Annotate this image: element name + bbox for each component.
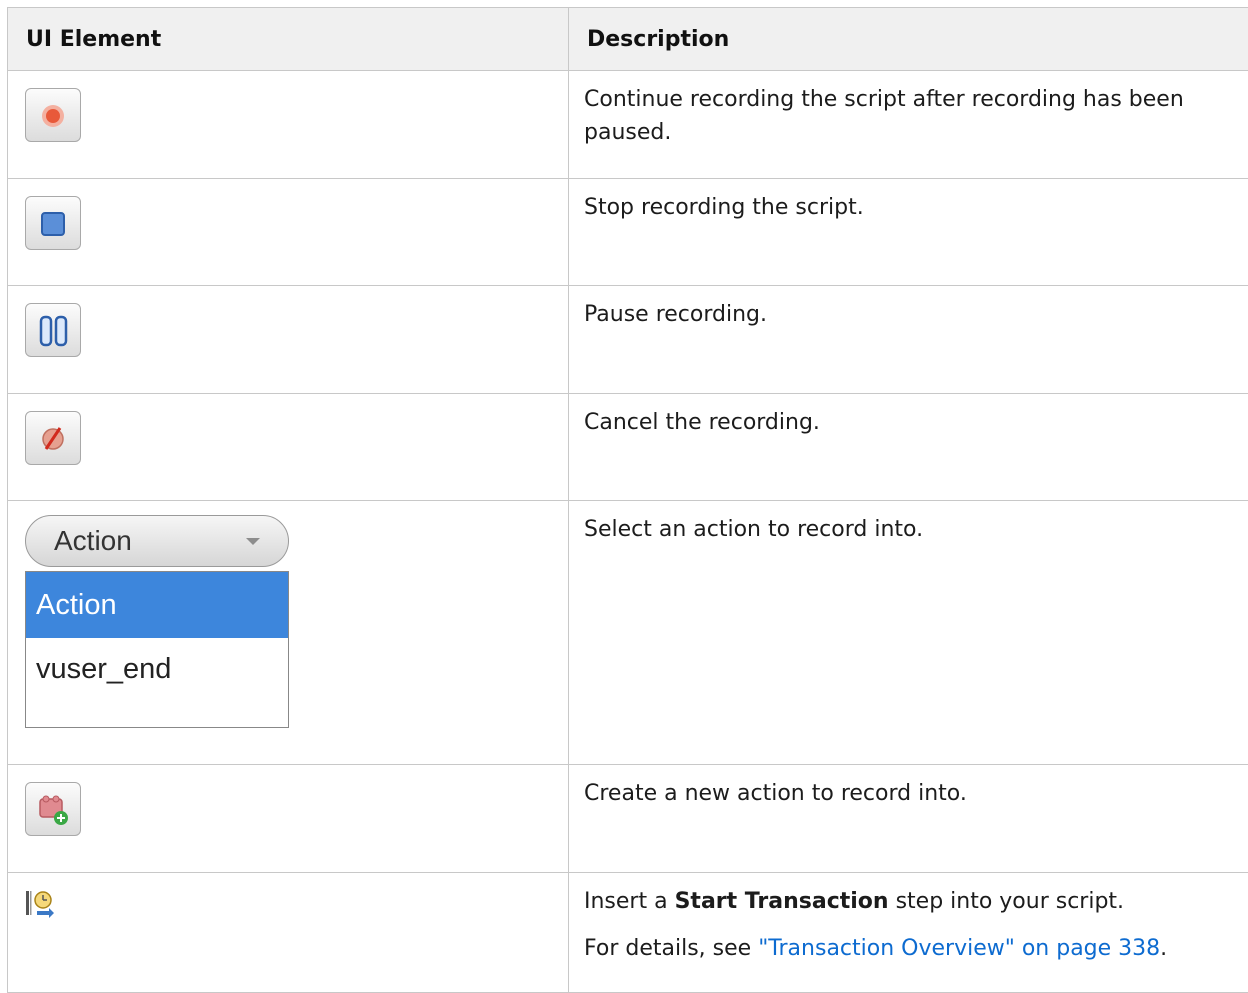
description-cell: Stop recording the script. <box>569 179 1248 286</box>
description-cell: Insert a Start Transaction step into you… <box>569 873 1248 993</box>
start-transaction-icon <box>25 887 55 919</box>
description-cell: Pause recording. <box>569 286 1248 394</box>
cancel-record-button[interactable] <box>25 411 81 465</box>
ui-element-cell <box>8 286 569 394</box>
start-transaction-button[interactable] <box>25 887 55 919</box>
details-text: For details, see "Transaction Overview" … <box>584 932 1247 965</box>
header-ui-element: UI Element <box>8 8 569 71</box>
description-cell: Select an action to record into. <box>569 501 1248 765</box>
ui-element-cell <box>8 394 569 501</box>
table-row: Action Action vuser_end Select an action… <box>8 501 1248 765</box>
description-text: Insert a Start Transaction step into you… <box>584 885 1247 918</box>
table-row: Continue recording the script after reco… <box>8 71 1248 179</box>
new-action-icon <box>26 783 82 837</box>
description-text: Pause recording. <box>584 298 1247 331</box>
start-transaction-term: Start Transaction <box>675 889 889 914</box>
description-cell: Continue recording the script after reco… <box>569 71 1248 179</box>
details-prefix: For details, see <box>584 936 758 961</box>
resume-record-icon <box>26 89 82 143</box>
action-select-value: Action <box>54 525 132 557</box>
description-text: Stop recording the script. <box>584 191 1247 224</box>
cancel-record-icon <box>26 412 82 466</box>
new-action-button[interactable] <box>25 782 81 836</box>
description-cell: Create a new action to record into. <box>569 765 1248 873</box>
table-row: Cancel the recording. <box>8 394 1248 501</box>
description-cell: Cancel the recording. <box>569 394 1248 501</box>
action-option-action[interactable]: Action <box>26 572 288 638</box>
table-header-row: UI Element Description <box>8 8 1248 71</box>
table-row: Insert a Start Transaction step into you… <box>8 873 1248 993</box>
ui-element-cell <box>8 765 569 873</box>
action-dropdown[interactable]: Action Action vuser_end <box>25 515 291 728</box>
table-row: Create a new action to record into. <box>8 765 1248 873</box>
ui-element-cell <box>8 873 569 993</box>
chevron-down-icon <box>246 538 260 545</box>
table-row: Pause recording. <box>8 286 1248 394</box>
header-description: Description <box>569 8 1248 71</box>
ui-element-cell <box>8 179 569 286</box>
pause-record-icon <box>26 304 82 358</box>
ui-element-cell <box>8 71 569 179</box>
resume-record-button[interactable] <box>25 88 81 142</box>
ui-element-cell: Action Action vuser_end <box>8 501 569 765</box>
transaction-overview-link[interactable]: "Transaction Overview" on page 338 <box>758 936 1160 961</box>
pause-record-button[interactable] <box>25 303 81 357</box>
description-text: Select an action to record into. <box>584 513 1247 546</box>
action-option-vuser-end[interactable]: vuser_end <box>26 638 288 701</box>
table-row: Stop recording the script. <box>8 179 1248 286</box>
stop-record-button[interactable] <box>25 196 81 250</box>
description-text: Continue recording the script after reco… <box>584 83 1247 149</box>
description-text: Create a new action to record into. <box>584 777 1247 810</box>
action-select[interactable]: Action <box>25 515 289 567</box>
description-text: Cancel the recording. <box>584 406 1247 439</box>
description-prefix: Insert a <box>584 889 675 914</box>
ui-elements-table: UI Element Description Continue recordin… <box>7 7 1248 993</box>
action-options-list: Action vuser_end <box>25 571 289 728</box>
description-suffix: step into your script. <box>889 889 1124 914</box>
details-suffix: . <box>1160 936 1167 961</box>
stop-record-icon <box>26 197 82 251</box>
